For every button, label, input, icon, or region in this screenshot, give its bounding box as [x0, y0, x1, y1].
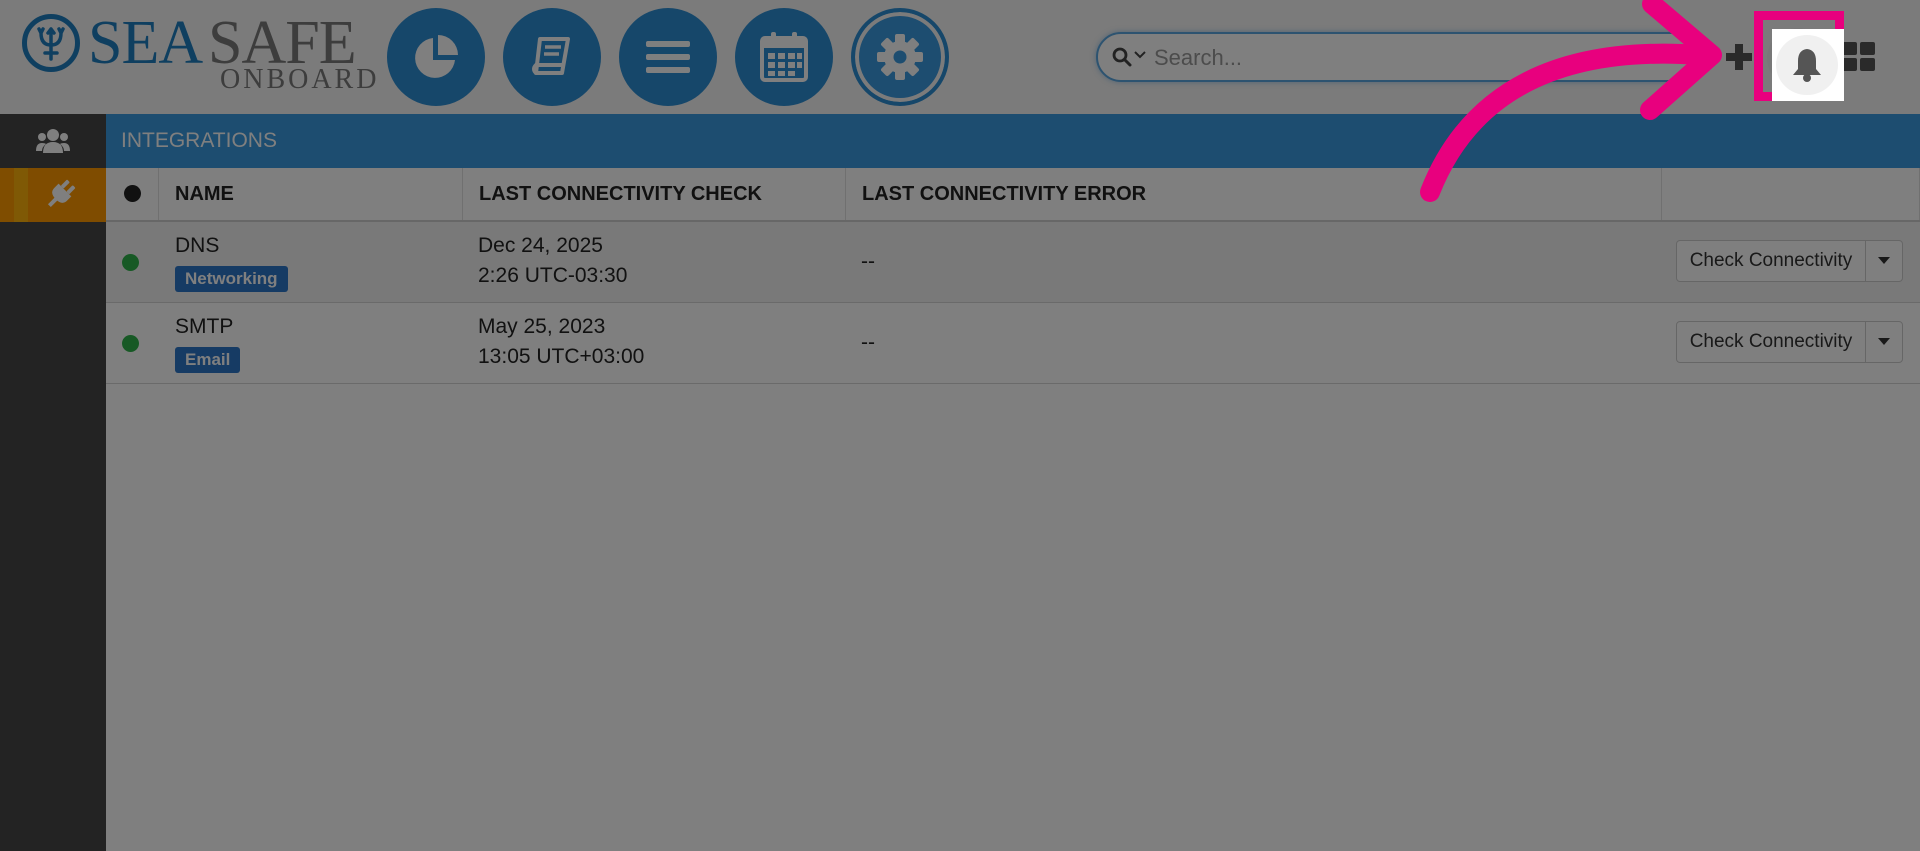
notifications-button-highlighted[interactable]: [1776, 35, 1838, 95]
check-connectivity-button[interactable]: Check Connectivity: [1676, 240, 1866, 282]
status-ok-dot: [122, 335, 139, 352]
left-sidebar: [0, 114, 106, 851]
nav-list-button[interactable]: [619, 8, 717, 106]
last-check-time: 2:26 UTC-03:30: [478, 264, 628, 287]
book-icon: [532, 37, 570, 75]
last-error: --: [861, 250, 875, 273]
plug-icon: [47, 179, 76, 208]
table-row[interactable]: SMTP Email May 25, 2023 13:05 UTC+03:00 …: [106, 303, 1920, 384]
seasafe-logo[interactable]: SEA SAFE ONBOARD: [20, 9, 376, 94]
nav-dashboard-button[interactable]: [387, 8, 485, 106]
logo-word-onboard: ONBOARD: [220, 64, 380, 95]
integration-name: DNS: [175, 234, 220, 257]
search-icon[interactable]: [1112, 47, 1132, 67]
column-header-last-check[interactable]: LAST CONNECTIVITY CHECK: [463, 168, 846, 220]
check-connectivity-button[interactable]: Check Connectivity: [1676, 321, 1866, 363]
pointer-arrow-icon: [1420, 0, 1722, 202]
pie-chart-icon: [415, 35, 458, 78]
check-connectivity-dropdown[interactable]: [1865, 240, 1903, 282]
logo-word-sea: SEA: [88, 9, 203, 77]
sidebar-item-integrations[interactable]: [0, 168, 106, 222]
caret-down-icon: [1878, 338, 1890, 345]
last-error: --: [861, 331, 875, 354]
category-badge: Email: [175, 347, 241, 373]
category-badge: Networking: [175, 266, 288, 292]
grid-icon[interactable]: [1842, 42, 1876, 72]
bell-icon: [1793, 49, 1821, 82]
users-icon: [36, 129, 70, 153]
nav-logbook-button[interactable]: [503, 8, 601, 106]
sidebar-item-users[interactable]: [0, 114, 106, 168]
last-check-time: 13:05 UTC+03:00: [478, 345, 645, 368]
gear-icon: [877, 34, 923, 80]
check-connectivity-dropdown[interactable]: [1865, 321, 1903, 363]
status-dot-icon: [124, 185, 141, 202]
nav-calendar-button[interactable]: [735, 8, 833, 106]
list-icon: [646, 41, 690, 73]
status-ok-dot: [122, 254, 139, 271]
last-check-date: May 25, 2023: [478, 315, 606, 338]
nav-settings-button[interactable]: [851, 8, 949, 106]
caret-down-icon: [1878, 257, 1890, 264]
calendar-icon: [760, 32, 808, 82]
highlight-spotlight: [1772, 29, 1844, 101]
section-title: INTEGRATIONS: [121, 129, 277, 152]
highlight-frame: [1754, 11, 1844, 101]
table-row[interactable]: DNS Networking Dec 24, 2025 2:26 UTC-03:…: [106, 222, 1920, 303]
integration-name: SMTP: [175, 315, 234, 338]
chevron-down-icon[interactable]: [1134, 50, 1146, 60]
last-check-date: Dec 24, 2025: [478, 234, 603, 257]
column-header-name[interactable]: NAME: [159, 168, 463, 220]
trident-logo-icon: [22, 14, 80, 72]
status-column-header[interactable]: [106, 168, 159, 220]
